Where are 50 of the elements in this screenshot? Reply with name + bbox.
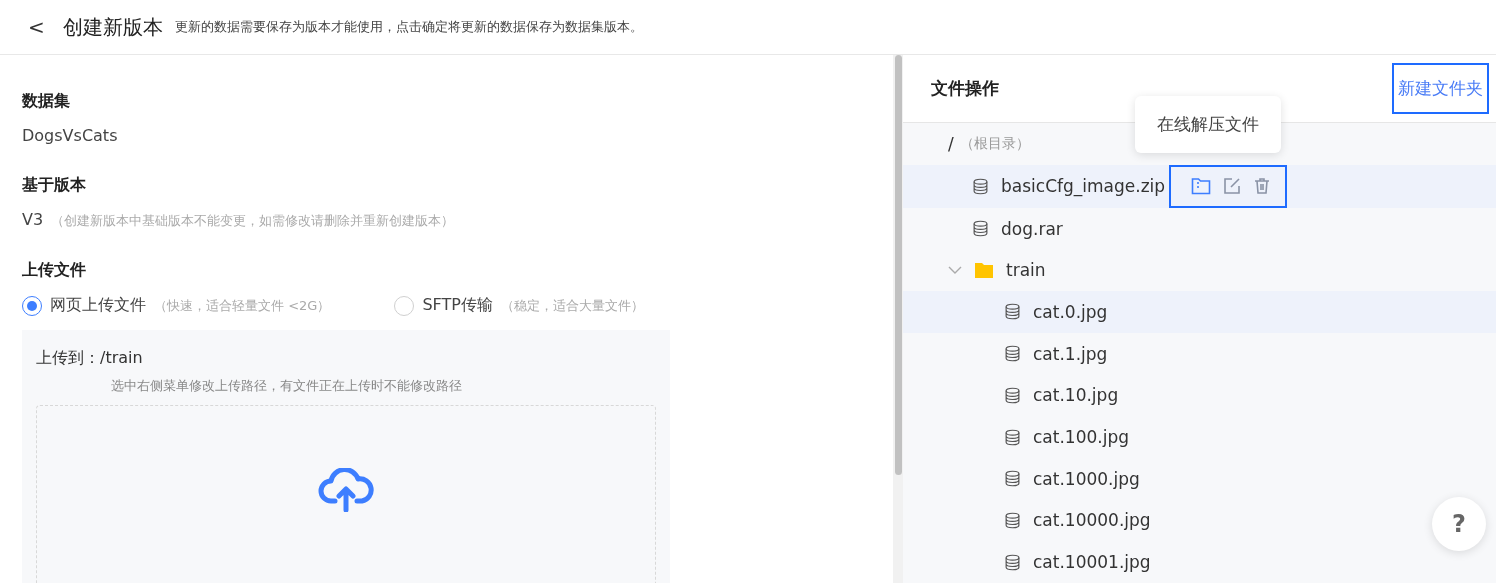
radio-button[interactable] — [22, 295, 42, 316]
database-icon — [1004, 553, 1021, 571]
file-name[interactable]: basicCfg_image.zip — [1001, 176, 1166, 197]
upload-target-label: 上传到： — [36, 348, 100, 367]
database-icon — [1004, 511, 1021, 529]
root-note: （根目录） — [959, 134, 1030, 153]
root-folder[interactable]: / — [948, 133, 954, 154]
file-name[interactable]: train — [1006, 260, 1046, 281]
page-title: 创建新版本 — [62, 13, 163, 41]
page-description: 更新的数据需要保存为版本才能使用，点击确定将更新的数据保存为数据集版本。 — [174, 18, 643, 36]
upload-path: /train — [100, 348, 143, 367]
database-icon — [1004, 428, 1021, 446]
field-label: 数据集 — [22, 91, 71, 112]
tooltip: 在线解压文件 — [1135, 96, 1281, 153]
file-name[interactable]: dog.rar — [1001, 218, 1063, 239]
delete-icon[interactable] — [1253, 176, 1272, 195]
database-icon — [972, 177, 989, 195]
database-icon — [1004, 345, 1021, 363]
cloud-upload-icon — [318, 468, 374, 512]
radio-label[interactable]: 网页上传文件 — [50, 295, 146, 316]
file-name[interactable]: cat.10001.jpg — [1033, 552, 1151, 573]
file-name[interactable]: cat.1.jpg — [1033, 343, 1108, 364]
file-name[interactable]: cat.0.jpg — [1033, 301, 1108, 322]
database-icon — [972, 220, 989, 238]
file-name[interactable]: cat.100.jpg — [1033, 427, 1129, 448]
field-note: （创建新版本中基础版本不能变更，如需修改请删除并重新创建版本） — [51, 212, 455, 230]
field-value: DogsVsCats — [22, 126, 118, 145]
file-name[interactable]: cat.10.jpg — [1033, 385, 1119, 406]
chevron-icon[interactable] — [948, 265, 962, 276]
file-name[interactable]: cat.1000.jpg — [1033, 468, 1140, 489]
edit-icon[interactable] — [1223, 176, 1242, 195]
database-icon — [1004, 470, 1021, 488]
upload-hint: 选中右侧菜单修改上传路径，有文件正在上传时不能修改路径 — [111, 377, 463, 395]
new-folder-button[interactable]: 新建文件夹 — [1392, 63, 1489, 114]
radio-note: （稳定，适合大量文件） — [500, 296, 644, 315]
folder-icon — [974, 261, 994, 280]
unzip-icon[interactable] — [1191, 176, 1212, 195]
help-button[interactable]: ? — [1432, 497, 1486, 551]
database-icon — [1004, 386, 1021, 404]
file-name[interactable]: cat.10000.jpg — [1033, 510, 1151, 531]
back-button[interactable]: < — [22, 15, 51, 39]
radio-button[interactable] — [394, 295, 415, 316]
scrollbar-thumb[interactable] — [895, 55, 902, 475]
database-icon — [1004, 303, 1021, 321]
field-label: 基于版本 — [22, 175, 87, 196]
panel-title: 文件操作 — [931, 77, 999, 100]
field-label: 上传文件 — [22, 260, 87, 281]
radio-label[interactable]: SFTP传输 — [422, 295, 493, 316]
field-value: V3 — [22, 210, 44, 229]
radio-note: （快速，适合轻量文件 <2G） — [154, 296, 331, 315]
